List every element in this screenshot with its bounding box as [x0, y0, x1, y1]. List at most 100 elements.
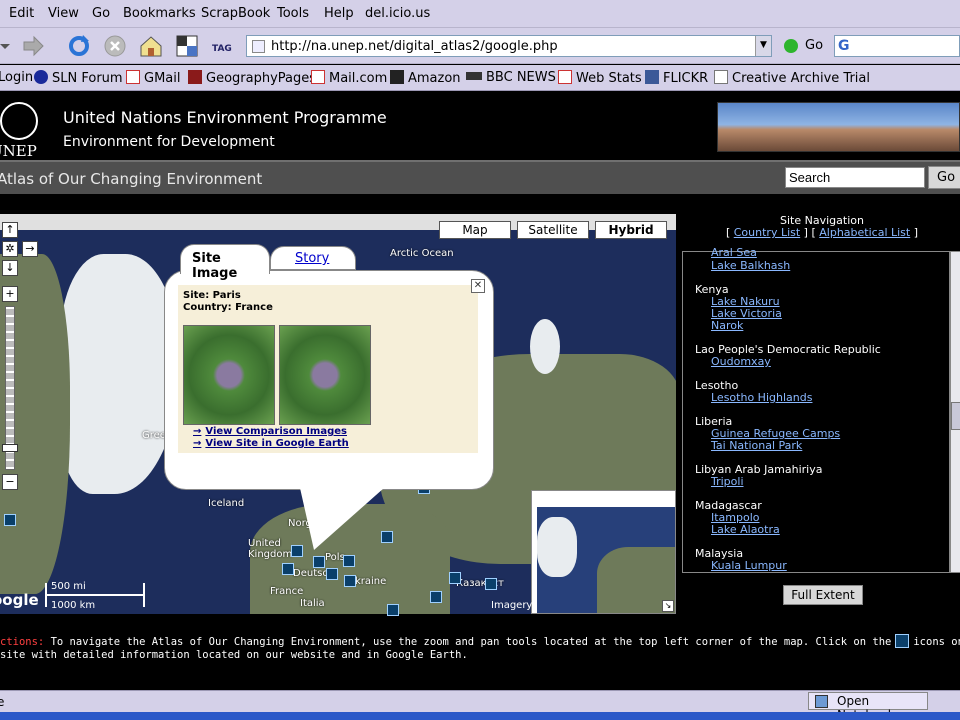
- open-notebook-button[interactable]: Open Notebook: [808, 692, 928, 720]
- tag-icon[interactable]: TAG: [210, 33, 238, 59]
- pan-up-icon[interactable]: ↑: [2, 222, 18, 238]
- bookmark-web-stats[interactable]: Web Stats: [558, 70, 642, 86]
- site-link[interactable]: Lesotho Highlands: [711, 391, 812, 404]
- site-link[interactable]: Oudomxay: [711, 355, 771, 368]
- bookmark-bbc-news[interactable]: BBC NEWS: [466, 70, 556, 85]
- url-dropdown-icon[interactable]: ▼: [755, 36, 771, 56]
- site-search-go-button[interactable]: Go: [928, 166, 960, 189]
- arrow-right-icon: →: [193, 438, 202, 449]
- site-marker-icon[interactable]: [313, 556, 325, 568]
- bookmark-gmail[interactable]: GMail: [126, 70, 180, 86]
- site-search-input[interactable]: [785, 167, 925, 188]
- label-italy: Italia: [300, 598, 325, 609]
- site-link[interactable]: Narok: [711, 319, 743, 332]
- label-united-kingdom: United Kingdom: [248, 538, 293, 560]
- site-marker-icon[interactable]: [387, 604, 399, 616]
- site-marker-icon: [895, 634, 910, 648]
- tab-site-image[interactable]: Site Image: [180, 244, 270, 281]
- site-marker-icon[interactable]: [449, 572, 461, 584]
- geography-icon: [188, 70, 202, 84]
- zoom-in-icon[interactable]: +: [2, 286, 18, 302]
- menu-bookmarks[interactable]: Bookmarks: [123, 6, 196, 21]
- site-link[interactable]: Kuala Lumpur: [711, 559, 787, 572]
- org-name: United Nations Environment Programme: [63, 108, 387, 127]
- stats-icon: [558, 70, 572, 84]
- go-arrow-icon: [784, 39, 798, 53]
- site-marker-icon[interactable]: [326, 568, 338, 580]
- bookmark-flickr[interactable]: FLICKR: [645, 70, 708, 86]
- view-google-earth-link[interactable]: → View Site in Google Earth: [193, 438, 349, 449]
- instructions-label: ctions:: [0, 636, 45, 648]
- tab-story[interactable]: Story: [270, 246, 356, 270]
- menu-view[interactable]: View: [48, 6, 79, 21]
- site-marker-icon[interactable]: [343, 555, 355, 567]
- google-search-field[interactable]: G: [834, 35, 960, 57]
- map-type-satellite-button[interactable]: Satellite: [517, 221, 589, 239]
- flickr-icon: [645, 70, 659, 84]
- menu-go[interactable]: Go: [92, 6, 110, 21]
- label-iceland: Iceland: [208, 498, 245, 509]
- country-list-link[interactable]: Country List: [734, 226, 800, 239]
- close-icon[interactable]: ✕: [471, 279, 485, 293]
- bookmark-mailcom[interactable]: Mail.com: [311, 70, 387, 86]
- map-type-hybrid-button[interactable]: Hybrid: [595, 221, 667, 239]
- overview-greenland-shape: [537, 517, 577, 577]
- bookmark-creative-archive[interactable]: Creative Archive Trial: [714, 70, 870, 86]
- back-dropdown-icon[interactable]: [0, 33, 18, 59]
- label-arctic-ocean: Arctic Ocean: [390, 248, 454, 259]
- view-comparison-link[interactable]: → View Comparison Images: [193, 426, 347, 437]
- menu-tools[interactable]: Tools: [277, 6, 309, 21]
- menu-help[interactable]: Help: [324, 6, 354, 21]
- zoom-out-icon[interactable]: −: [2, 474, 18, 490]
- header-photo: [717, 102, 960, 152]
- site-image-after[interactable]: [279, 325, 371, 425]
- scale-bar-line: [47, 594, 143, 596]
- overview-toggle-icon[interactable]: ↘: [662, 600, 674, 612]
- site-marker-icon[interactable]: [344, 575, 356, 587]
- info-window-tail: [300, 488, 384, 550]
- overview-map[interactable]: [531, 490, 676, 614]
- grid-icon[interactable]: [174, 33, 200, 59]
- site-link[interactable]: Tai National Park: [711, 439, 802, 452]
- menu-edit[interactable]: Edit: [9, 6, 34, 21]
- imagery-credit: Imagery: [491, 600, 533, 611]
- overview-map-canvas: [537, 507, 675, 613]
- site-marker-icon[interactable]: [4, 514, 16, 526]
- bookmark-sln-forum[interactable]: SLN Forum: [34, 70, 123, 86]
- site-link[interactable]: Lake Alaotra: [711, 523, 780, 536]
- menu-scrapbook[interactable]: ScrapBook: [201, 6, 270, 21]
- full-extent-button[interactable]: Full Extent: [783, 585, 863, 605]
- site-marker-icon[interactable]: [282, 563, 294, 575]
- url-field[interactable]: http://na.unep.net/digital_atlas2/google…: [246, 35, 772, 57]
- page-title: Atlas of Our Changing Environment: [0, 170, 263, 188]
- map-type-map-button[interactable]: Map: [439, 221, 511, 239]
- site-link[interactable]: Tripoli: [711, 475, 744, 488]
- unep-logo[interactable]: UNEP: [0, 102, 40, 160]
- stop-icon[interactable]: [102, 33, 128, 59]
- status-text: e: [0, 695, 5, 709]
- menu-delicious[interactable]: del.icio.us: [365, 6, 430, 21]
- zoom-slider-handle[interactable]: [2, 444, 18, 452]
- label-ukraine: kraine: [355, 576, 387, 587]
- bookmark-amazon[interactable]: Amazon: [390, 70, 461, 86]
- menu-bar: Edit View Go Bookmarks ScrapBook Tools H…: [0, 0, 960, 28]
- forward-icon[interactable]: [20, 33, 46, 59]
- pan-down-icon[interactable]: ↓: [2, 260, 18, 276]
- pan-center-icon[interactable]: ✲: [2, 241, 18, 257]
- reload-icon[interactable]: [66, 33, 92, 59]
- sln-icon: [34, 70, 48, 84]
- site-marker-icon[interactable]: [485, 578, 497, 590]
- scrollbar-thumb[interactable]: [951, 402, 960, 430]
- site-list-scrollbar[interactable]: [950, 251, 960, 573]
- bookmark-login[interactable]: Login: [0, 70, 33, 85]
- site-marker-icon[interactable]: [430, 591, 442, 603]
- scale-kilometers: 1000 km: [51, 600, 96, 611]
- pan-right-icon[interactable]: →: [22, 241, 38, 257]
- site-link[interactable]: Lake Balkhash: [711, 259, 790, 272]
- taskbar: [0, 712, 960, 720]
- site-image-before[interactable]: [183, 325, 275, 425]
- alphabetical-list-link[interactable]: Alphabetical List: [819, 226, 910, 239]
- site-link[interactable]: Aral Sea: [711, 246, 757, 259]
- bookmark-geographypages[interactable]: GeographyPages: [188, 70, 316, 86]
- home-icon[interactable]: [138, 33, 164, 59]
